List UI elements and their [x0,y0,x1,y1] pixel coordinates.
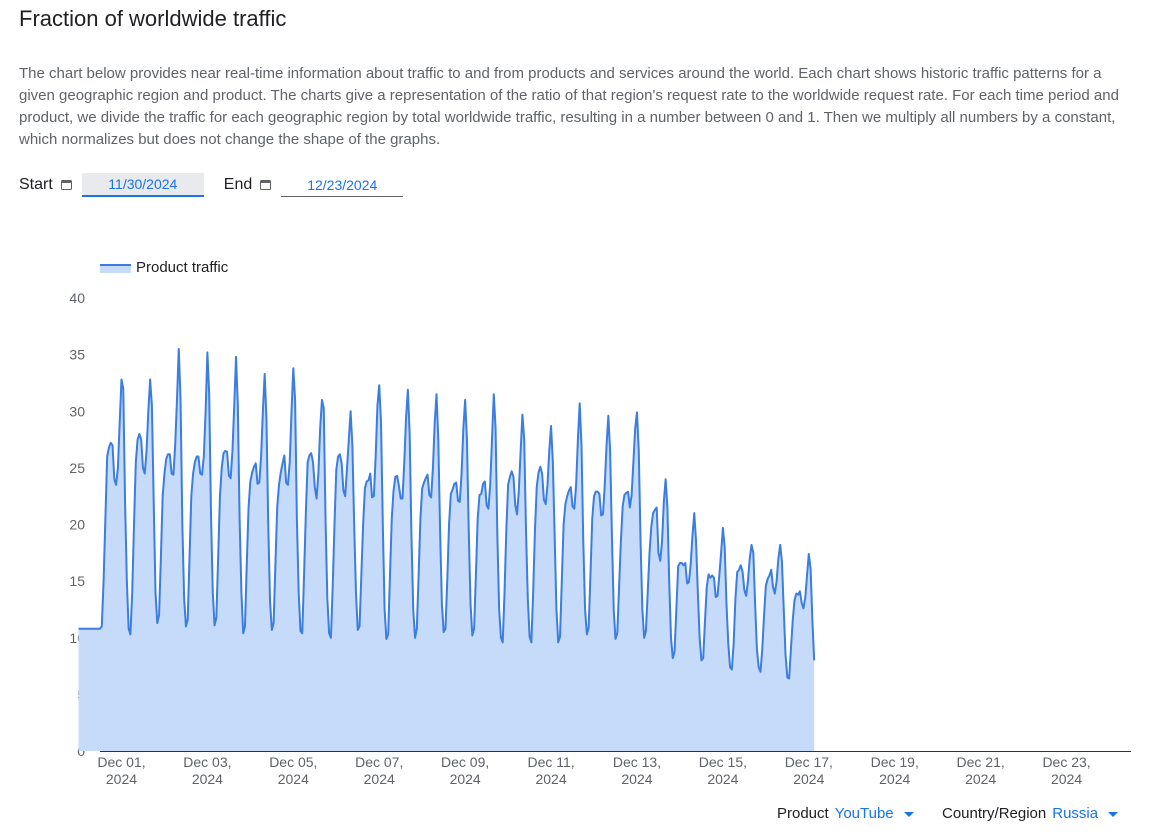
x-tick-label: Dec 21, [957,754,1005,770]
plot-area [78,347,816,751]
x-tick-year: 2024 [450,771,481,787]
y-tick-label: 30 [69,403,85,419]
x-tick-year: 2024 [106,771,137,787]
y-tick-label: 20 [69,517,85,533]
x-tick-year: 2024 [278,771,309,787]
legend[interactable]: Product traffic [100,259,229,276]
x-tick-label: Dec 05, [269,754,317,770]
start-date-input[interactable] [81,173,204,197]
page-description: The chart below provides near real-time … [19,65,1119,148]
x-tick-label: Dec 13, [613,754,661,770]
y-tick-label: 25 [69,460,85,476]
x-tick-year: 2024 [535,771,566,787]
x-tick-year: 2024 [1051,771,1082,787]
x-tick-year: 2024 [621,771,652,787]
product-value[interactable]: YouTube [835,805,894,822]
x-tick-label: Dec 19, [871,754,919,770]
legend-label: Product traffic [136,259,229,276]
x-axis: Dec 01,2024Dec 03,2024Dec 05,2024Dec 07,… [97,751,1131,787]
legend-swatch [100,265,131,273]
product-label: Product [777,805,829,822]
product-selector[interactable]: Product YouTube [777,805,914,822]
x-tick-label: Dec 01, [97,754,145,770]
dropdown-caret-icon[interactable] [903,812,914,817]
region-label: Country/Region [942,805,1047,822]
calendar-icon[interactable] [260,180,272,190]
y-tick-label: 15 [69,573,85,589]
x-tick-label: Dec 03, [183,754,231,770]
page-title: Fraction of worldwide traffic [19,6,287,31]
x-tick-label: Dec 11, [527,754,574,770]
date-range-filter: Start End [19,172,404,198]
x-tick-label: Dec 09, [441,754,489,770]
x-tick-year: 2024 [879,771,910,787]
region-value[interactable]: Russia [1052,805,1098,822]
x-tick-label: Dec 15, [699,754,747,770]
x-tick-label: Dec 23, [1042,754,1090,770]
end-date-input[interactable] [281,173,404,197]
end-label: End [223,176,253,193]
x-tick-year: 2024 [364,771,395,787]
x-tick-year: 2024 [965,771,996,787]
dropdown-caret-icon[interactable] [1108,812,1119,817]
x-tick-year: 2024 [707,771,738,787]
calendar-icon[interactable] [60,180,72,190]
x-tick-label: Dec 07, [355,754,403,770]
start-label: Start [19,176,53,193]
traffic-chart: Product traffic 0510152025303540 Dec 01,… [69,259,1131,787]
x-tick-year: 2024 [192,771,223,787]
y-tick-label: 35 [69,347,85,363]
region-selector[interactable]: Country/Region Russia [942,805,1119,822]
x-tick-year: 2024 [793,771,824,787]
x-tick-label: Dec 17, [785,754,833,770]
y-tick-label: 40 [69,290,85,306]
